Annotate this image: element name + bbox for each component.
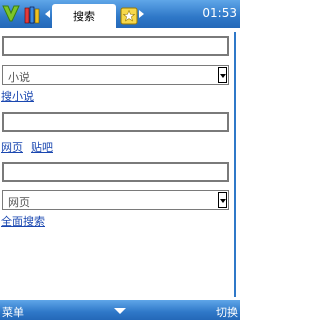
tab-search-label: 搜索 — [73, 10, 95, 23]
switch-softkey[interactable]: 切换 — [216, 304, 238, 320]
top-tab-bar: 搜索 01:53 — [0, 0, 240, 28]
novel-category-select[interactable]: 小说 — [2, 65, 229, 85]
full-search-category-select[interactable]: 网页 — [2, 190, 229, 210]
scrollbar[interactable] — [234, 32, 236, 297]
clock: 01:53 — [202, 6, 237, 20]
search-novel-link[interactable]: 搜小说 — [1, 88, 34, 104]
novel-category-value: 小说 — [8, 71, 30, 84]
chevron-down-icon[interactable] — [114, 308, 126, 314]
chevron-down-icon[interactable] — [218, 67, 227, 83]
favorites-icon[interactable] — [120, 7, 138, 25]
tab-search[interactable]: 搜索 — [52, 4, 116, 28]
softkey-bar: 菜单 切换 — [0, 300, 240, 320]
bookshelf-icon[interactable] — [23, 5, 43, 25]
web-search-input[interactable] — [2, 112, 229, 132]
tab-prev-arrow-icon[interactable] — [45, 10, 50, 18]
full-search-input[interactable] — [2, 162, 229, 182]
novel-search-input[interactable] — [2, 36, 229, 56]
web-link[interactable]: 网页 — [1, 139, 23, 155]
tieba-link[interactable]: 贴吧 — [31, 139, 53, 155]
chevron-down-icon[interactable] — [218, 192, 227, 208]
menu-softkey[interactable]: 菜单 — [2, 304, 24, 320]
full-search-link[interactable]: 全面搜索 — [1, 213, 45, 229]
tab-next-arrow-icon[interactable] — [139, 10, 144, 18]
full-search-category-value: 网页 — [8, 196, 30, 209]
app-logo-icon[interactable] — [1, 3, 21, 23]
